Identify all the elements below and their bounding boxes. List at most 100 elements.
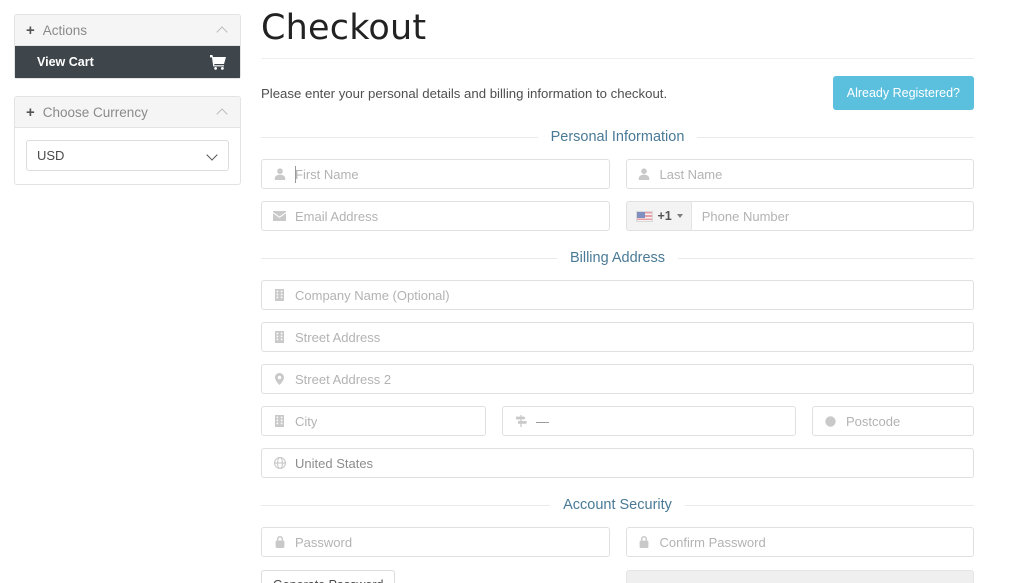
password-row: Password Confirm Password: [261, 527, 974, 557]
street-row: Street Address: [261, 322, 974, 352]
email-col: Email Address: [261, 201, 610, 231]
currency-selected-value: USD: [37, 148, 65, 163]
confirm-password-field[interactable]: Confirm Password: [625, 527, 974, 557]
email-field[interactable]: Email Address: [261, 201, 610, 231]
chevron-up-icon[interactable]: [218, 25, 229, 36]
intro-text: Please enter your personal details and b…: [261, 85, 668, 101]
currency-panel-body: USD: [15, 128, 240, 184]
country-field[interactable]: United States: [261, 448, 974, 478]
building-icon: [272, 331, 287, 343]
view-cart-label: View Cart: [37, 55, 94, 69]
building-icon: [272, 289, 287, 301]
caret-down-icon: [676, 214, 683, 218]
city-state-postcode-row: City — Postcode: [261, 406, 974, 436]
first-name-col: First Name: [261, 159, 610, 189]
postcode-placeholder: Postcode: [846, 413, 901, 429]
phone-col: +1 Phone Number: [625, 201, 974, 231]
city-field[interactable]: City: [261, 406, 486, 436]
map-signs-icon: [513, 415, 528, 427]
street-col: Street Address: [261, 322, 974, 352]
building-icon: [272, 415, 287, 427]
phone-number-input[interactable]: Phone Number: [692, 202, 973, 230]
section-header-account-security: Account Security: [261, 497, 974, 513]
state-field[interactable]: —: [502, 406, 796, 436]
globe-icon: [272, 457, 287, 469]
page-title: Checkout: [261, 8, 427, 48]
street-address-2-placeholder: Street Address 2: [295, 371, 392, 387]
shopping-cart-icon: [210, 54, 226, 70]
section-title-personal-information: Personal Information: [550, 129, 685, 145]
intro-row: Please enter your personal details and b…: [261, 76, 974, 110]
currency-panel-header[interactable]: + Choose Currency: [15, 97, 240, 128]
last-name-placeholder: Last Name: [659, 166, 723, 182]
generate-password-col: Generate Password: [261, 570, 610, 583]
phone-field[interactable]: +1 Phone Number: [625, 201, 974, 231]
phone-country-code: +1: [657, 209, 672, 223]
state-value: —: [536, 413, 549, 429]
company-name-field[interactable]: Company Name (Optional): [261, 280, 974, 310]
phone-country-selector[interactable]: +1: [626, 202, 692, 230]
section-header-billing-address: Billing Address: [261, 250, 975, 266]
last-name-field[interactable]: Last Name: [625, 159, 974, 189]
country-value: United States: [295, 455, 374, 471]
divider-line-right: [697, 136, 975, 138]
phone-placeholder: Phone Number: [701, 208, 790, 224]
section-header-personal-information: Personal Information: [261, 129, 975, 145]
street-address-field[interactable]: Street Address: [261, 322, 974, 352]
already-registered-button[interactable]: Already Registered?: [832, 76, 974, 110]
country-col: United States: [261, 448, 974, 478]
email-placeholder: Email Address: [295, 208, 379, 224]
circle-icon: [823, 415, 838, 427]
title-divider: [261, 58, 974, 59]
company-name-placeholder: Company Name (Optional): [295, 287, 450, 303]
name-row: First Name Last Name: [261, 159, 974, 189]
password-tools-row: Generate Password Password Strength: Ent…: [261, 570, 974, 583]
plus-icon: +: [26, 103, 35, 121]
street-address-2-field[interactable]: Street Address 2: [261, 364, 974, 394]
chevron-up-icon[interactable]: [218, 107, 229, 118]
actions-panel-title: Actions: [42, 22, 88, 38]
sidebar-item-view-cart[interactable]: View Cart: [15, 46, 240, 78]
first-name-placeholder: First Name: [295, 166, 359, 182]
divider-line-left: [261, 136, 538, 138]
country-row: United States: [261, 448, 974, 478]
first-name-field[interactable]: First Name: [261, 159, 610, 189]
section-title-billing-address: Billing Address: [569, 250, 666, 266]
text-cursor: [295, 166, 296, 183]
street-address-placeholder: Street Address: [295, 329, 381, 345]
street2-row: Street Address 2: [261, 364, 974, 394]
postcode-col: Postcode: [812, 406, 974, 436]
currency-panel: + Choose Currency USD: [14, 96, 241, 185]
actions-panel: + Actions View Cart: [14, 14, 241, 79]
sidebar: + Actions View Cart + Choose Currency US…: [0, 0, 255, 583]
password-strength-col: Password Strength: Enter a Password: [625, 570, 974, 583]
confirm-password-placeholder: Confirm Password: [659, 534, 766, 550]
user-icon: [272, 168, 287, 180]
divider-line-left: [261, 504, 551, 506]
generate-password-button[interactable]: Generate Password: [261, 570, 396, 583]
password-placeholder: Password: [295, 534, 353, 550]
divider-line-right: [678, 257, 975, 259]
password-strength-bar: [625, 570, 974, 583]
city-placeholder: City: [295, 413, 318, 429]
chevron-down-icon: [208, 151, 218, 161]
lock-icon: [272, 536, 287, 548]
confirm-password-col: Confirm Password: [625, 527, 974, 557]
divider-line-right: [684, 504, 974, 506]
company-col: Company Name (Optional): [261, 280, 974, 310]
postcode-field[interactable]: Postcode: [812, 406, 974, 436]
actions-panel-header[interactable]: + Actions: [15, 15, 240, 46]
lock-icon: [637, 536, 652, 548]
currency-select[interactable]: USD: [26, 140, 229, 171]
divider-line-left: [261, 257, 557, 259]
city-col: City: [261, 406, 486, 436]
us-flag-icon: [635, 210, 653, 222]
envelope-icon: [272, 211, 287, 221]
state-col: —: [502, 406, 796, 436]
password-col: Password: [261, 527, 610, 557]
map-marker-icon: [272, 373, 287, 385]
password-field[interactable]: Password: [261, 527, 610, 557]
plus-icon: +: [26, 21, 35, 39]
checkout-main: Checkout Please enter your personal deta…: [255, 0, 1024, 583]
section-title-account-security: Account Security: [563, 497, 672, 513]
